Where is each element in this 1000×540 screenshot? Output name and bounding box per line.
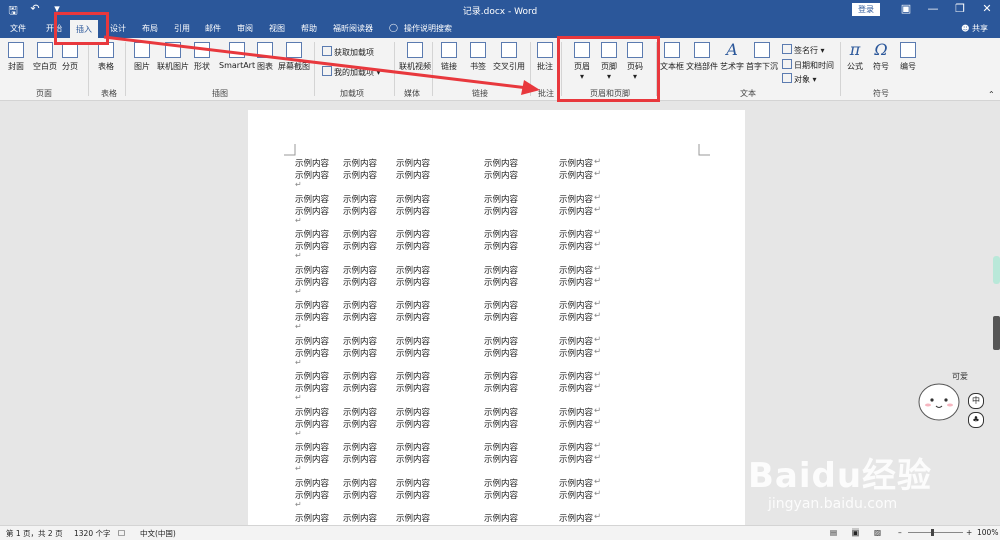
page-count[interactable]: 第 1 页，共 2 页 [6, 528, 63, 539]
zoom-level[interactable]: 100% [977, 528, 998, 537]
ime-badge[interactable]: 中 [968, 393, 984, 409]
read-mode-icon[interactable]: ▤ [830, 528, 837, 537]
word-count[interactable]: 1320 个字 [74, 528, 110, 539]
ime-settings-icon[interactable]: ♣ [968, 412, 984, 428]
zoom-out-icon[interactable]: – [898, 528, 902, 537]
zoom-slider-thumb[interactable] [931, 529, 934, 536]
proofing-icon[interactable]: □ [118, 528, 125, 537]
web-layout-icon[interactable]: ▨ [874, 528, 881, 537]
watermark-logo: Baidu经验 [748, 456, 933, 496]
status-bar: 第 1 页，共 2 页 1320 个字 □ 中文(中国) ▤ ▣ ▨ – + 1… [0, 525, 1000, 540]
zoom-slider[interactable] [908, 532, 963, 533]
print-layout-icon[interactable]: ▣ [852, 528, 860, 537]
watermark-url: jingyan.baidu.com [768, 496, 898, 512]
mascot-caption: 可爱 [952, 372, 968, 381]
zoom-in-icon[interactable]: + [966, 528, 972, 537]
language[interactable]: 中文(中国) [140, 528, 176, 539]
